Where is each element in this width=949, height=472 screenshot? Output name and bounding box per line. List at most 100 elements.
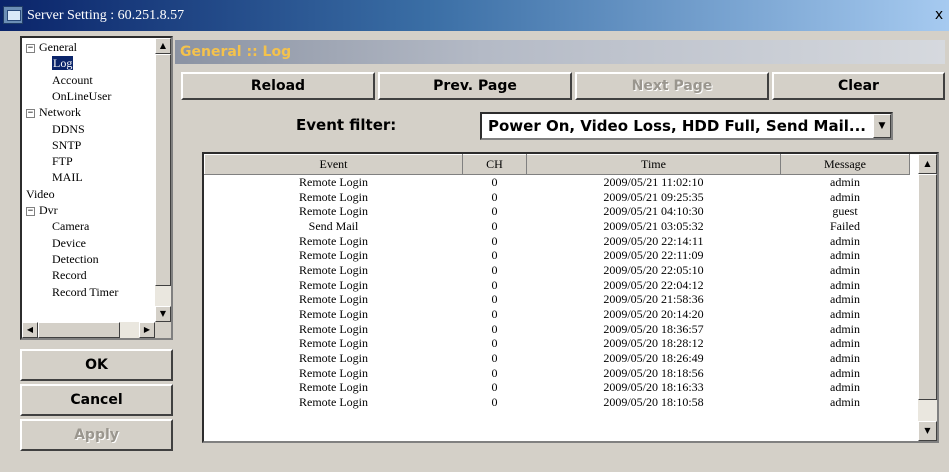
table-cell: Remote Login [299,380,368,395]
tree-item[interactable]: Record Timer [52,285,118,300]
table-row[interactable]: Remote Login 0 2009/05/20 22:14:11 admin [205,233,910,248]
table-row[interactable]: Remote Login 0 2009/05/20 18:18:56 admin [205,365,910,380]
table-cell: 0 [491,204,498,219]
table-cell: 0 [491,248,498,263]
table-row[interactable]: Remote Login 0 2009/05/20 21:58:36 admin [205,292,910,307]
log-vertical-scrollbar[interactable]: ▲ ▼ [918,154,937,441]
scroll-thumb[interactable] [918,174,937,400]
table-cell: 0 [491,175,498,190]
table-cell: Remote Login [299,307,368,322]
table-cell: admin [830,380,860,395]
app-window-icon [3,6,23,24]
table-row[interactable]: Remote Login 0 2009/05/20 22:05:10 admin [205,263,910,278]
table-cell: 2009/05/20 18:16:33 [603,380,704,395]
clear-button[interactable]: Clear [772,72,945,100]
tree-item[interactable]: − Network [26,105,81,120]
table-row[interactable]: Remote Login 0 2009/05/20 22:04:12 admin [205,277,910,292]
next-page-button[interactable]: Next Page [575,72,769,100]
settings-tree[interactable]: − General Log Account OnLineUser − Network DDNS… [20,36,173,340]
ok-button[interactable]: OK [20,349,173,381]
tree-item-label: Dvr [39,203,58,217]
tree-item[interactable]: − General [26,40,77,55]
tree-item[interactable]: FTP [52,154,73,169]
tree-item[interactable]: − Dvr [26,203,58,218]
table-cell: 0 [491,336,498,351]
prev-page-button[interactable]: Prev. Page [378,72,572,100]
tree-item-label: Record Timer [52,284,119,299]
table-cell: 2009/05/20 21:58:36 [603,292,704,307]
tree-item-label: Record [52,268,87,283]
table-row[interactable]: Remote Login 0 2009/05/21 09:25:35 admin [205,189,910,204]
table-row[interactable]: Remote Login 0 2009/05/21 11:02:10 admin [205,175,910,190]
table-cell: 0 [491,262,498,277]
table-row[interactable]: Remote Login 0 2009/05/20 18:36:57 admin [205,321,910,336]
table-row[interactable]: Send Mail 0 2009/05/21 03:05:32 Failed [205,219,910,234]
table-row[interactable]: Remote Login 0 2009/05/20 18:28:12 admin [205,336,910,351]
close-icon[interactable]: x [931,6,947,24]
scroll-up-icon[interactable]: ▲ [918,154,937,174]
table-cell: admin [830,336,860,351]
table-cell: admin [830,395,860,410]
tree-item[interactable]: Account [52,73,93,88]
cancel-button[interactable]: Cancel [20,384,173,416]
scroll-down-icon[interactable]: ▼ [155,306,171,322]
reload-button[interactable]: Reload [181,72,375,100]
table-cell: 0 [491,189,498,204]
table-row[interactable]: Remote Login 0 2009/05/20 18:16:33 admin [205,380,910,395]
table-cell: 2009/05/21 11:02:10 [603,175,704,190]
tree-item[interactable]: Video [26,187,55,202]
table-cell: 2009/05/20 22:04:12 [603,277,704,292]
column-header[interactable]: Time [526,154,781,175]
h-scroll-thumb[interactable] [38,322,120,338]
table-row[interactable]: Remote Login 0 2009/05/20 20:14:20 admin [205,307,910,322]
tree-item[interactable]: OnLineUser [52,89,111,104]
collapse-icon[interactable]: − [26,206,35,216]
chevron-down-icon[interactable]: ▼ [873,114,891,138]
scroll-thumb[interactable] [155,54,171,286]
table-row[interactable]: Remote Login 0 2009/05/20 22:11:09 admin [205,248,910,263]
table-cell: admin [830,365,860,380]
tree-item[interactable]: SNTP [52,138,81,153]
event-filter-select[interactable]: Power On, Video Loss, HDD Full, Send Mai… [480,112,893,140]
table-row[interactable]: Remote Login 0 2009/05/20 18:26:49 admin [205,351,910,366]
table-cell: Remote Login [299,351,368,366]
table-cell: 0 [491,380,498,395]
table-cell: 2009/05/20 22:05:10 [603,262,704,277]
log-table[interactable]: Event CH Time Message Remote Login 0 2009/05/… [202,152,939,443]
tree-item[interactable]: Log [52,56,74,71]
table-cell: 2009/05/20 18:28:12 [603,336,704,351]
tree-item[interactable]: Camera [52,219,89,234]
tree-item-label: Account [52,72,93,87]
column-header[interactable]: Event [204,154,463,175]
scroll-left-icon[interactable]: ◀ [22,322,38,338]
tree-item-label: Log [52,56,74,71]
scroll-right-icon[interactable]: ▶ [139,322,155,338]
tree-vertical-scrollbar[interactable]: ▲ ▼ [155,38,171,322]
tree-item-label: Video [26,186,55,201]
scroll-down-icon[interactable]: ▼ [918,421,937,441]
title-bar: Server Setting : 60.251.8.57 x [0,0,949,31]
table-cell: admin [830,175,860,190]
table-row[interactable]: Remote Login 0 2009/05/20 18:10:58 admin [205,395,910,410]
apply-button[interactable]: Apply [20,419,173,451]
table-cell: admin [830,189,860,204]
column-header[interactable]: Message [780,154,910,175]
table-cell: admin [830,292,860,307]
table-cell: 0 [491,218,498,233]
tree-item[interactable]: Device [52,236,86,251]
table-cell: Remote Login [299,365,368,380]
tree-item-label: Network [39,105,81,120]
table-cell: 2009/05/20 22:14:11 [603,233,704,248]
tree-item[interactable]: Record [52,268,87,283]
tree-item[interactable]: DDNS [52,122,85,137]
tree-item[interactable]: MAIL [52,170,83,185]
scroll-up-icon[interactable]: ▲ [155,38,171,54]
tree-item[interactable]: Detection [52,252,99,267]
table-cell: 0 [491,365,498,380]
table-cell: Remote Login [299,248,368,263]
collapse-icon[interactable]: − [26,43,35,53]
tree-horizontal-scrollbar[interactable]: ◀ ▶ [22,322,155,338]
collapse-icon[interactable]: − [26,108,35,118]
table-row[interactable]: Remote Login 0 2009/05/21 04:10:30 guest [205,204,910,219]
column-header[interactable]: CH [462,154,527,175]
